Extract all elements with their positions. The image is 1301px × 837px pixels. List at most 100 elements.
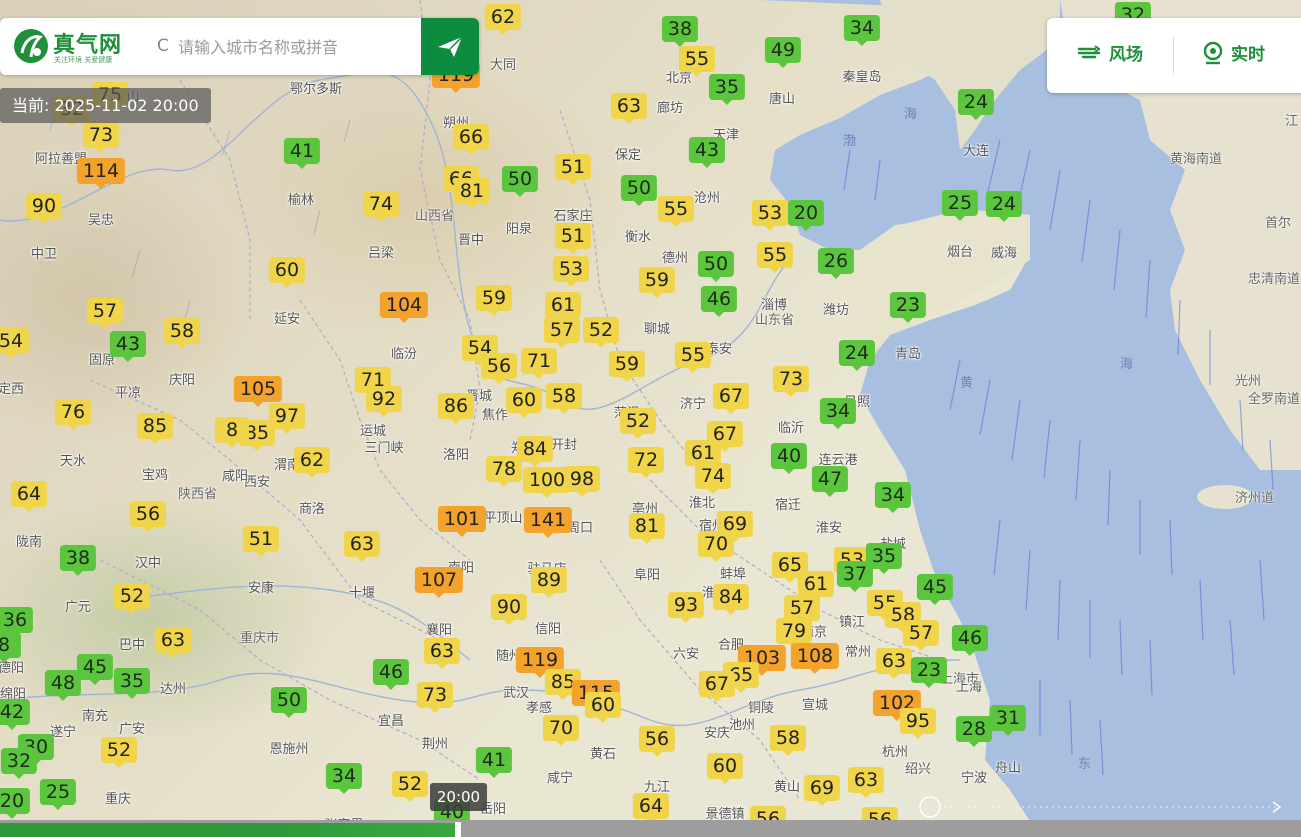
aqi-marker[interactable]: 43 [688, 137, 726, 168]
aqi-marker[interactable]: 141 [523, 507, 573, 538]
aqi-marker[interactable]: 61 [544, 292, 582, 323]
aqi-marker[interactable]: 25 [39, 779, 77, 810]
aqi-marker[interactable]: 38 [661, 16, 699, 47]
aqi-marker[interactable]: 81 [628, 513, 666, 544]
aqi-marker[interactable]: 58 [163, 318, 201, 349]
aqi-marker[interactable]: 43 [109, 331, 147, 362]
aqi-marker[interactable]: 73 [772, 366, 810, 397]
aqi-marker[interactable]: 38 [59, 545, 97, 576]
aqi-marker[interactable]: 55 [756, 242, 794, 273]
aqi-marker[interactable]: 24 [985, 191, 1023, 222]
aqi-marker[interactable]: 86 [437, 393, 475, 424]
aqi-marker[interactable]: 60 [706, 753, 744, 784]
aqi-marker[interactable]: 34 [843, 15, 881, 46]
aqi-marker[interactable]: 63 [154, 627, 192, 658]
aqi-marker[interactable]: 51 [554, 154, 592, 185]
aqi-marker[interactable]: 56 [480, 353, 518, 384]
aqi-marker[interactable]: 71 [520, 348, 558, 379]
aqi-marker[interactable]: 35 [708, 74, 746, 105]
aqi-marker[interactable]: 92 [365, 386, 403, 417]
aqi-marker[interactable]: 79 [775, 618, 813, 649]
aqi-marker[interactable]: 66 [452, 124, 490, 155]
aqi-marker[interactable]: 60 [505, 387, 543, 418]
aqi-marker[interactable]: 73 [82, 122, 120, 153]
search-input[interactable] [176, 30, 416, 64]
aqi-marker[interactable]: 52 [100, 737, 138, 768]
aqi-marker[interactable]: 51 [554, 223, 592, 254]
aqi-marker[interactable]: 47 [811, 466, 849, 497]
aqi-marker[interactable]: 24 [957, 89, 995, 120]
aqi-marker[interactable]: 93 [667, 592, 705, 623]
aqi-marker[interactable]: 55 [657, 196, 695, 227]
aqi-marker[interactable]: 58 [545, 383, 583, 414]
aqi-marker[interactable]: 63 [343, 531, 381, 562]
wind-field-button[interactable]: 风场 [1077, 40, 1143, 65]
aqi-marker[interactable]: 46 [372, 659, 410, 690]
aqi-marker[interactable]: 57 [902, 620, 940, 651]
aqi-marker[interactable]: 108 [790, 643, 840, 674]
aqi-marker[interactable]: 58 [769, 725, 807, 756]
timeline-handle[interactable] [455, 822, 461, 837]
aqi-marker[interactable]: 64 [10, 481, 48, 512]
aqi-marker[interactable]: 54 [0, 328, 30, 359]
aqi-marker[interactable]: 24 [838, 340, 876, 371]
aqi-marker[interactable]: 56 [129, 501, 167, 532]
aqi-marker[interactable]: 84 [712, 584, 750, 615]
aqi-marker[interactable]: 52 [391, 771, 429, 802]
aqi-marker[interactable]: 23 [889, 292, 927, 323]
aqi-marker[interactable]: 62 [484, 4, 522, 35]
aqi-marker[interactable]: 50 [270, 687, 308, 718]
aqi-marker[interactable]: 60 [268, 257, 306, 288]
aqi-marker[interactable]: 50 [620, 175, 658, 206]
aqi-marker[interactable]: 28 [955, 716, 993, 747]
aqi-marker[interactable]: 95 [899, 708, 937, 739]
aqi-marker[interactable]: 63 [875, 648, 913, 679]
aqi-marker[interactable]: 32 [0, 748, 38, 779]
aqi-marker[interactable]: 25 [941, 190, 979, 221]
aqi-marker[interactable]: 57 [86, 298, 124, 329]
aqi-marker[interactable]: 64 [632, 793, 670, 824]
aqi-marker[interactable]: 55 [674, 342, 712, 373]
aqi-marker[interactable]: 73 [416, 682, 454, 713]
aqi-marker[interactable]: 23 [910, 657, 948, 688]
aqi-marker[interactable]: 90 [490, 594, 528, 625]
aqi-marker[interactable]: 50 [501, 166, 539, 197]
aqi-marker[interactable]: 114 [76, 158, 126, 189]
aqi-marker[interactable]: 74 [694, 463, 732, 494]
aqi-marker[interactable]: 51 [242, 526, 280, 557]
aqi-marker[interactable]: 72 [627, 447, 665, 478]
aqi-marker[interactable]: 81 [453, 178, 491, 209]
aqi-marker[interactable]: 61 [797, 571, 835, 602]
aqi-marker[interactable]: 41 [475, 747, 513, 778]
aqi-marker[interactable]: 63 [847, 767, 885, 798]
aqi-marker[interactable]: 105 [233, 376, 283, 407]
timeline-controls[interactable] [918, 794, 1288, 820]
aqi-marker[interactable]: 56 [638, 726, 676, 757]
aqi-marker[interactable]: 36 [0, 607, 34, 638]
aqi-marker[interactable]: 104 [379, 292, 429, 323]
aqi-marker[interactable]: 55 [678, 46, 716, 77]
aqi-marker[interactable]: 20 [787, 200, 825, 231]
aqi-marker[interactable]: 76 [54, 399, 92, 430]
aqi-marker[interactable]: 59 [475, 285, 513, 316]
aqi-marker[interactable]: 20 [0, 788, 31, 819]
aqi-marker[interactable]: 59 [608, 351, 646, 382]
aqi-marker[interactable]: 62 [293, 447, 331, 478]
aqi-marker[interactable]: 90 [25, 193, 63, 224]
aqi-marker[interactable]: 69 [803, 775, 841, 806]
aqi-marker[interactable]: 34 [325, 763, 363, 794]
aqi-marker[interactable]: 26 [817, 248, 855, 279]
aqi-marker[interactable]: 40 [770, 443, 808, 474]
aqi-marker[interactable]: 45 [76, 654, 114, 685]
aqi-marker[interactable]: 89 [530, 567, 568, 598]
aqi-marker[interactable]: 85 [136, 413, 174, 444]
aqi-marker[interactable]: 52 [582, 317, 620, 348]
aqi-marker[interactable]: 63 [610, 93, 648, 124]
aqi-marker[interactable]: 45 [916, 574, 954, 605]
aqi-marker[interactable]: 46 [700, 286, 738, 317]
aqi-marker[interactable]: 107 [414, 567, 464, 598]
realtime-button[interactable]: 实时 [1201, 40, 1265, 65]
aqi-marker[interactable]: 67 [698, 671, 736, 702]
aqi-marker[interactable]: 8 [215, 417, 249, 448]
aqi-marker[interactable]: 48 [44, 670, 82, 701]
